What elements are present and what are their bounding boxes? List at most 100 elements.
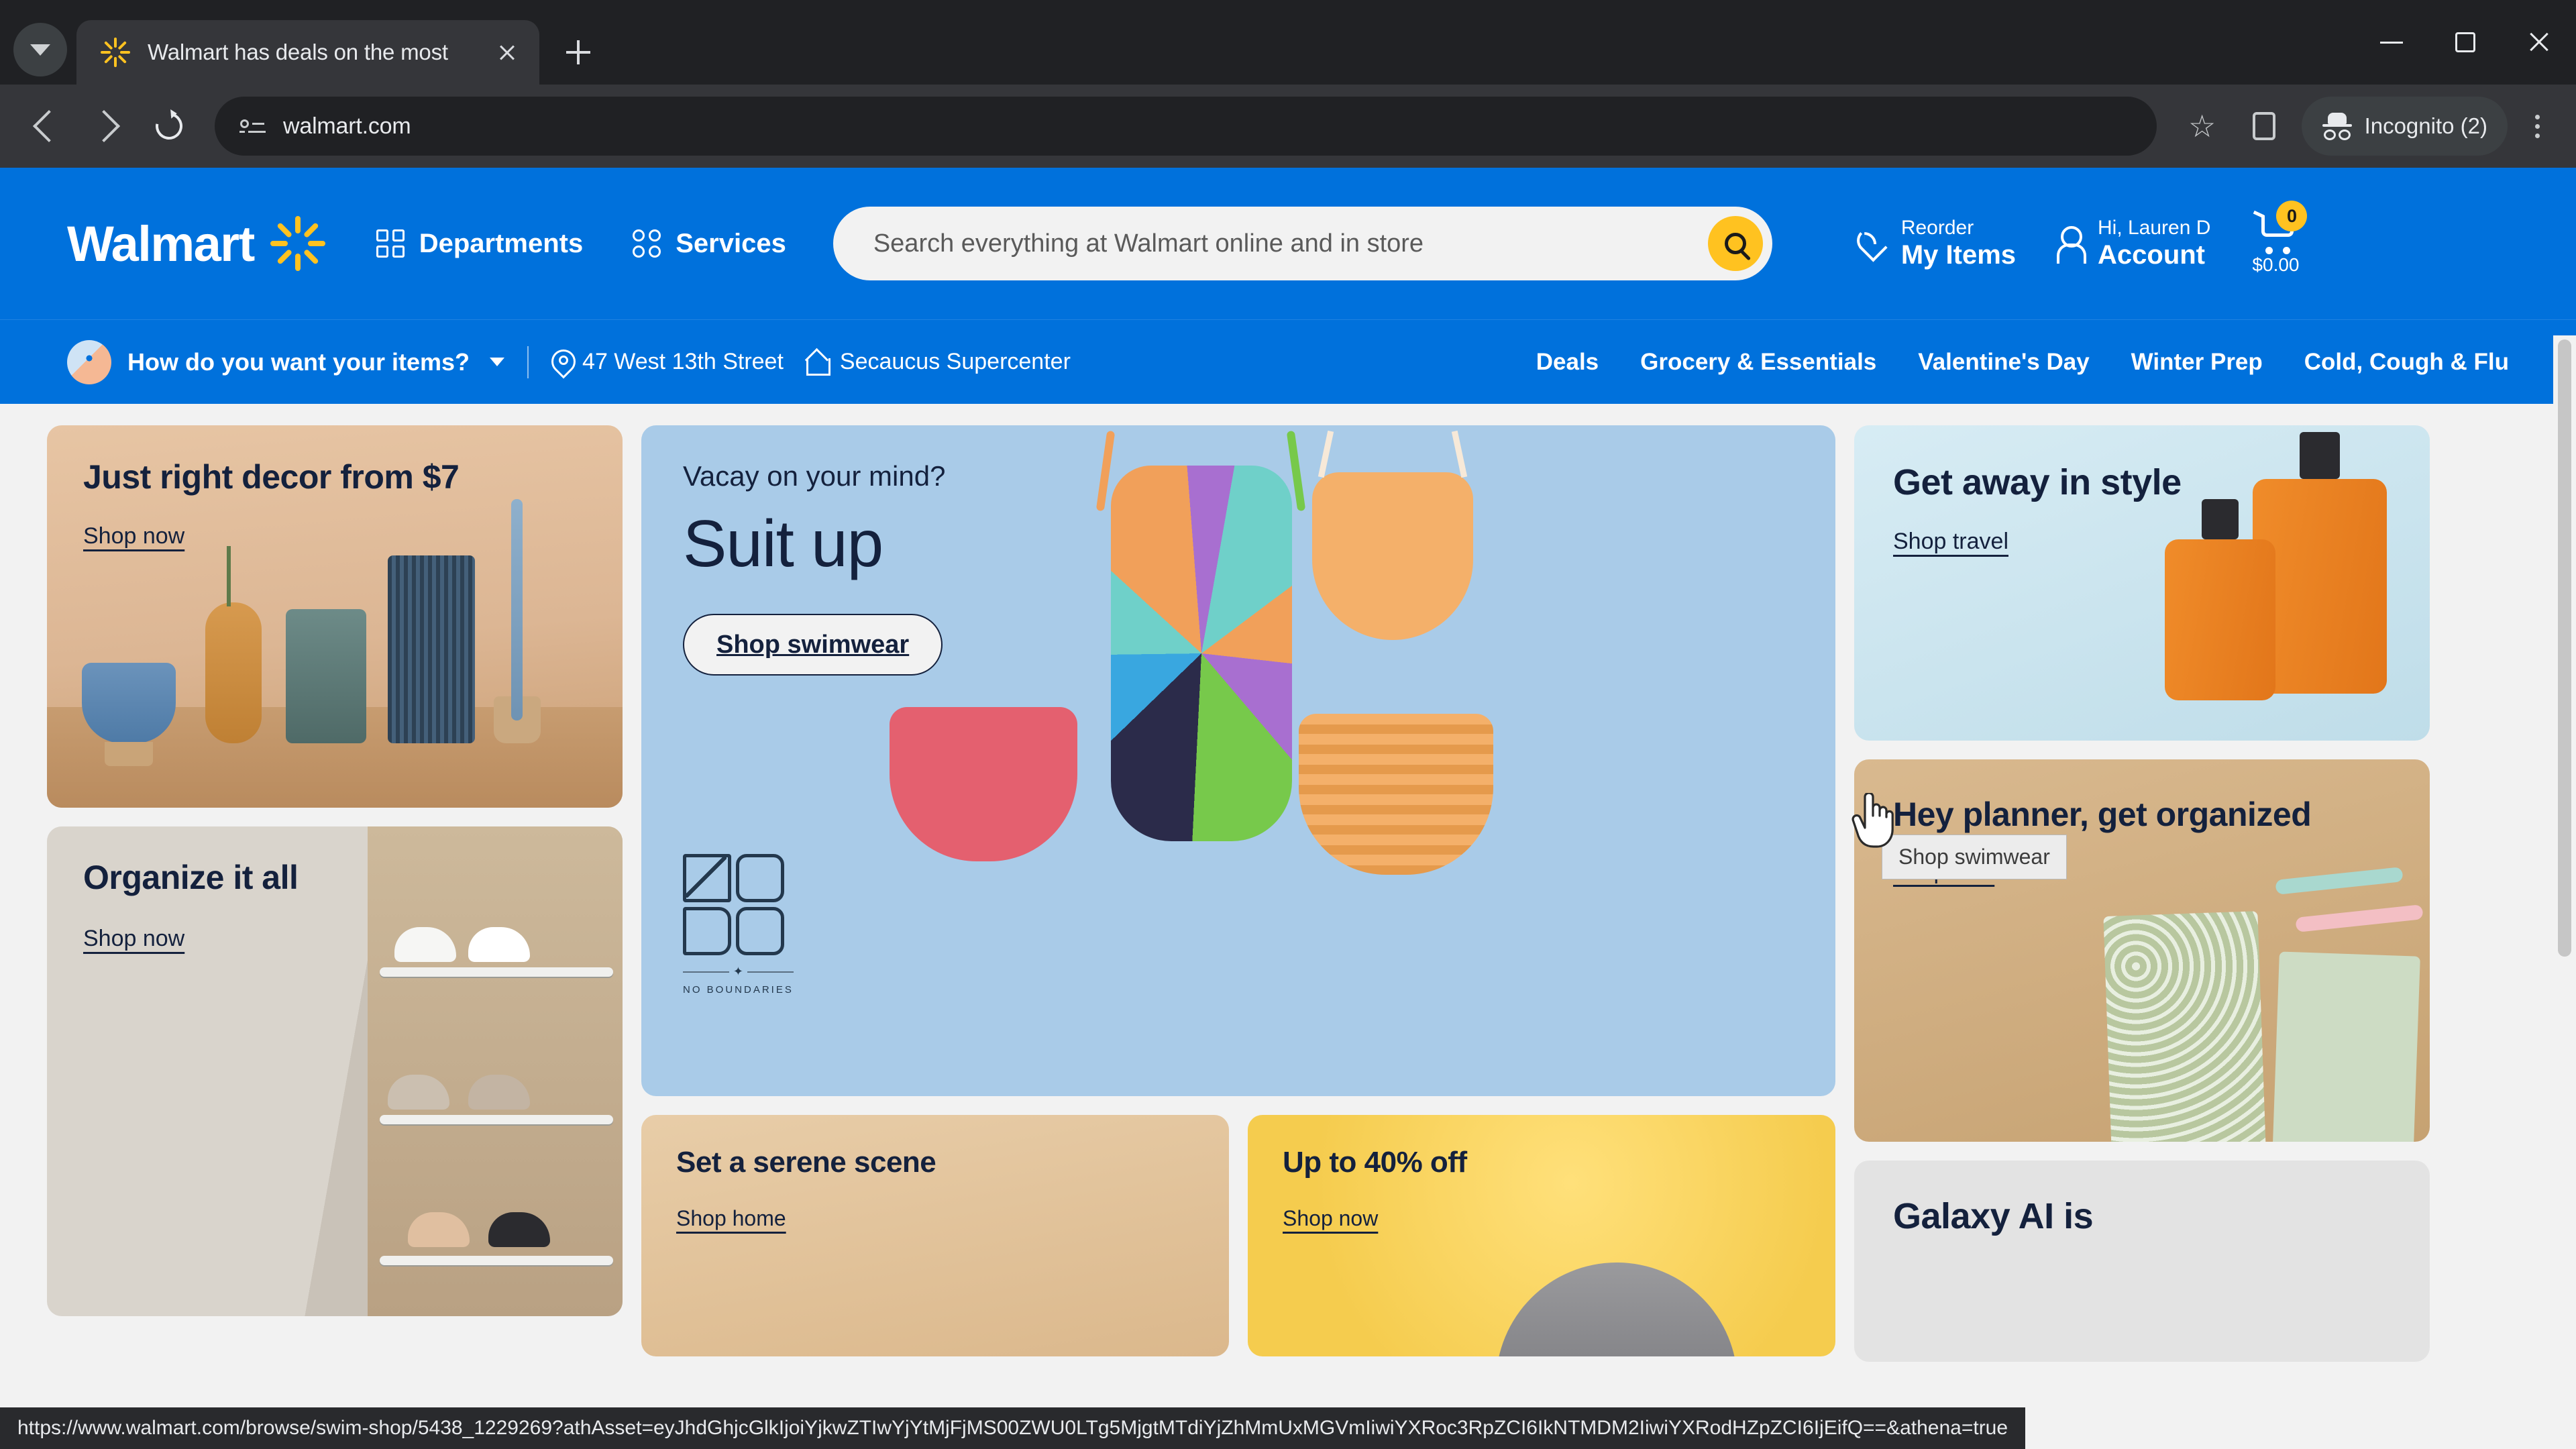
card-hero-swimwear[interactable]: Vacay on your mind? Suit up Shop swimwea… xyxy=(641,425,1835,1096)
decor-amber-vase-image xyxy=(205,602,262,743)
search-container: Search everything at Walmart online and … xyxy=(833,207,1772,280)
card-galaxy-title: Galaxy AI is xyxy=(1893,1196,2094,1236)
nobo-letter-n xyxy=(683,854,731,902)
address-bar[interactable]: walmart.com xyxy=(215,97,2157,156)
nobo-brand-logo: ✦ NO BOUNDARIES xyxy=(683,854,794,996)
search-submit-button[interactable] xyxy=(1707,216,1763,271)
person-icon xyxy=(2053,226,2086,264)
browser-toolbar: walmart.com ☆ Incognito (2) xyxy=(0,85,2576,168)
profile-button[interactable]: Incognito (2) xyxy=(2301,97,2508,156)
planner-floral-notebook-image xyxy=(2103,911,2267,1142)
reorder-my-items-button[interactable]: Reorder My Items xyxy=(1857,217,2016,271)
nobo-letter-o xyxy=(736,854,784,902)
card-serene-title: Set a serene scene xyxy=(676,1146,936,1179)
site-settings-icon[interactable] xyxy=(233,119,271,133)
window-maximize-button[interactable] xyxy=(2428,0,2502,85)
side-panel-button[interactable] xyxy=(2233,95,2295,157)
walmart-header: Walmart Departments Services Search ever… xyxy=(0,168,2576,319)
card-organize[interactable]: Organize it all Shop now xyxy=(47,826,623,1316)
subnav-link-valentines[interactable]: Valentine's Day xyxy=(1918,349,2089,376)
browser-tab[interactable]: Walmart has deals on the most xyxy=(76,20,539,85)
card-planner[interactable]: Hey planner, get organized Shop now xyxy=(1854,759,2430,1142)
chevron-down-icon xyxy=(490,358,505,366)
scrollbar-thumb[interactable] xyxy=(2558,339,2571,957)
page-scrollbar[interactable] xyxy=(2553,335,2576,1449)
cart-count-badge: 0 xyxy=(2276,201,2308,231)
left-column: Just right decor from $7 Shop now Organi… xyxy=(47,425,623,1316)
cart-icon: 0 xyxy=(2253,201,2308,254)
vacuum-image xyxy=(1496,1263,1737,1356)
chevron-down-icon xyxy=(30,44,50,56)
cart-total: $0.00 xyxy=(2252,254,2300,275)
browser-window: Walmart has deals on the most walmart.co… xyxy=(0,0,2576,1449)
minimize-icon xyxy=(2380,41,2403,44)
mouse-cursor xyxy=(1850,792,1898,854)
subnav-link-winter-prep[interactable]: Winter Prep xyxy=(2131,349,2263,376)
status-bar-url: https://www.walmart.com/browse/swim-shop… xyxy=(0,1407,2026,1449)
url-text: walmart.com xyxy=(283,113,411,139)
reload-icon xyxy=(150,107,188,145)
right-column: Get away in style Shop travel Hey planne… xyxy=(1854,425,2430,1362)
tab-close-icon[interactable] xyxy=(490,35,525,70)
decor-taper-candle-image xyxy=(511,499,523,720)
cart-button[interactable]: 0 $0.00 xyxy=(2252,201,2308,276)
store-name[interactable]: Secaucus Supercenter xyxy=(840,349,1071,375)
window-close-button[interactable] xyxy=(2502,0,2576,85)
link-tooltip: Shop swimwear xyxy=(1882,835,2067,879)
window-minimize-button[interactable] xyxy=(2355,0,2428,85)
shop-swimwear-button[interactable]: Shop swimwear xyxy=(683,614,943,676)
departments-menu[interactable]: Departments xyxy=(376,228,584,259)
homepage-content: Just right decor from $7 Shop now Organi… xyxy=(0,404,2576,1362)
tab-title: Walmart has deals on the most xyxy=(148,40,448,64)
subnav-link-cold-cough-flu[interactable]: Cold, Cough & Flu xyxy=(2304,349,2509,376)
card-travel[interactable]: Get away in style Shop travel xyxy=(1854,425,2430,741)
grid-icon xyxy=(376,229,405,258)
close-icon xyxy=(2527,30,2551,54)
subnav-link-deals[interactable]: Deals xyxy=(1536,349,1599,376)
forward-button[interactable] xyxy=(76,95,138,157)
card-galaxy-ai[interactable]: Galaxy AI is xyxy=(1854,1161,2430,1362)
services-menu[interactable]: Services xyxy=(633,229,786,259)
star-icon: ☆ xyxy=(2188,109,2216,144)
card-travel-link[interactable]: Shop travel xyxy=(1893,529,2008,555)
card-serene-scene[interactable]: Set a serene scene Shop home xyxy=(641,1115,1229,1356)
reload-button[interactable] xyxy=(138,95,200,157)
maximize-icon xyxy=(2455,32,2475,52)
kebab-menu-icon[interactable] xyxy=(2513,114,2561,138)
tab-strip: Walmart has deals on the most xyxy=(0,0,2576,85)
side-panel-icon xyxy=(2252,112,2275,140)
card-organize-link[interactable]: Shop now xyxy=(83,926,184,952)
card-discount-link[interactable]: Shop now xyxy=(1283,1206,1378,1231)
window-controls xyxy=(2355,0,2576,85)
card-decor-link[interactable]: Shop now xyxy=(83,523,184,549)
fulfillment-selector[interactable]: How do you want your items? xyxy=(67,339,505,384)
account-button[interactable]: Hi, Lauren D Account xyxy=(2053,217,2210,271)
swim-striped-bottom-image xyxy=(1299,714,1493,875)
walmart-logo[interactable]: Walmart xyxy=(67,215,327,272)
back-button[interactable] xyxy=(15,95,76,157)
forward-arrow-icon xyxy=(87,109,121,143)
center-column: Vacay on your mind? Suit up Shop swimwea… xyxy=(641,425,1835,1356)
card-discount-title: Up to 40% off xyxy=(1283,1146,1467,1179)
subnav-links: Deals Grocery & Essentials Valentine's D… xyxy=(1536,349,2509,376)
new-tab-button[interactable] xyxy=(555,30,601,75)
tab-search-button[interactable] xyxy=(13,23,67,76)
decor-candle-image xyxy=(286,609,366,743)
divider xyxy=(527,345,529,378)
heart-icon xyxy=(1850,223,1894,266)
walmart-subnav: How do you want your items? 47 West 13th… xyxy=(0,319,2576,404)
card-decor[interactable]: Just right decor from $7 Shop now xyxy=(47,425,623,808)
incognito-icon xyxy=(2322,111,2353,142)
subnav-link-grocery[interactable]: Grocery & Essentials xyxy=(1640,349,1876,376)
card-discount[interactable]: Up to 40% off Shop now xyxy=(1248,1115,1835,1356)
my-items-label: My Items xyxy=(1900,240,2016,270)
departments-label: Departments xyxy=(419,228,584,258)
card-serene-link[interactable]: Shop home xyxy=(676,1206,786,1231)
home-icon xyxy=(804,350,830,376)
center-bottom-row: Set a serene scene Shop home Up to 40% o… xyxy=(641,1115,1835,1356)
location-pin-icon xyxy=(551,350,572,375)
bookmark-button[interactable]: ☆ xyxy=(2171,95,2233,157)
swim-pink-bottom-image xyxy=(890,707,1077,861)
delivery-address[interactable]: 47 West 13th Street xyxy=(582,349,784,375)
search-input[interactable]: Search everything at Walmart online and … xyxy=(833,207,1772,280)
